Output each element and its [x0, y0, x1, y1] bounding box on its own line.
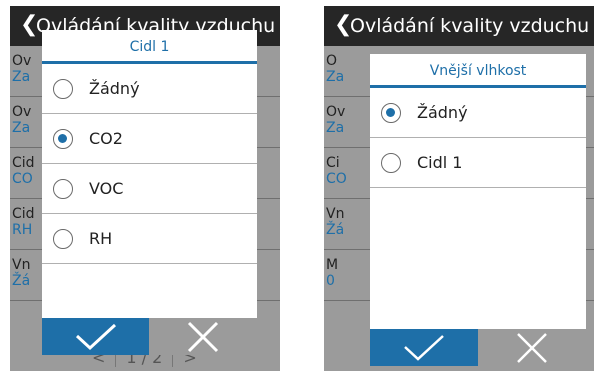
option-none[interactable]: Žádný	[42, 64, 257, 114]
humidity-select-dialog: Vnější vlhkost Žádný Cidl 1	[370, 54, 586, 366]
radio-button[interactable]	[53, 178, 73, 199]
checkmark-icon	[404, 334, 444, 361]
radio-button[interactable]	[53, 78, 73, 99]
header-bar: ❮ Ovládání kvality vzduchu	[324, 6, 594, 46]
dialog-buttons	[42, 318, 257, 355]
dialog-title: Cidl 1	[42, 30, 257, 64]
option-rh[interactable]: RH	[42, 214, 257, 264]
option-sensor-1[interactable]: Cidl 1	[370, 138, 586, 188]
close-icon	[187, 321, 219, 352]
radio-button[interactable]	[381, 152, 401, 173]
dialog-buttons	[370, 329, 586, 366]
cancel-button[interactable]	[478, 329, 586, 366]
sensor-select-dialog: Cidl 1 Žádný CO2 VOC RH	[42, 30, 257, 355]
option-label: Žádný	[89, 79, 140, 98]
option-none[interactable]: Žádný	[370, 88, 586, 138]
confirm-button[interactable]	[370, 329, 478, 366]
header-title: Ovládání kvality vzduchu	[350, 15, 590, 37]
option-label: VOC	[89, 179, 124, 198]
cancel-button[interactable]	[149, 318, 257, 355]
option-co2[interactable]: CO2	[42, 114, 257, 164]
close-icon	[517, 332, 547, 363]
option-label: RH	[89, 229, 113, 248]
checkmark-icon	[75, 323, 116, 350]
dialog-title: Vnější vlhkost	[370, 54, 586, 88]
radio-button[interactable]	[53, 228, 73, 249]
option-label: Žádný	[417, 103, 468, 122]
option-label: CO2	[89, 129, 123, 148]
radio-button-selected[interactable]	[381, 102, 401, 123]
option-label: Cidl 1	[417, 153, 463, 172]
option-voc[interactable]: VOC	[42, 164, 257, 214]
radio-button-selected[interactable]	[53, 128, 73, 149]
confirm-button[interactable]	[42, 318, 149, 355]
